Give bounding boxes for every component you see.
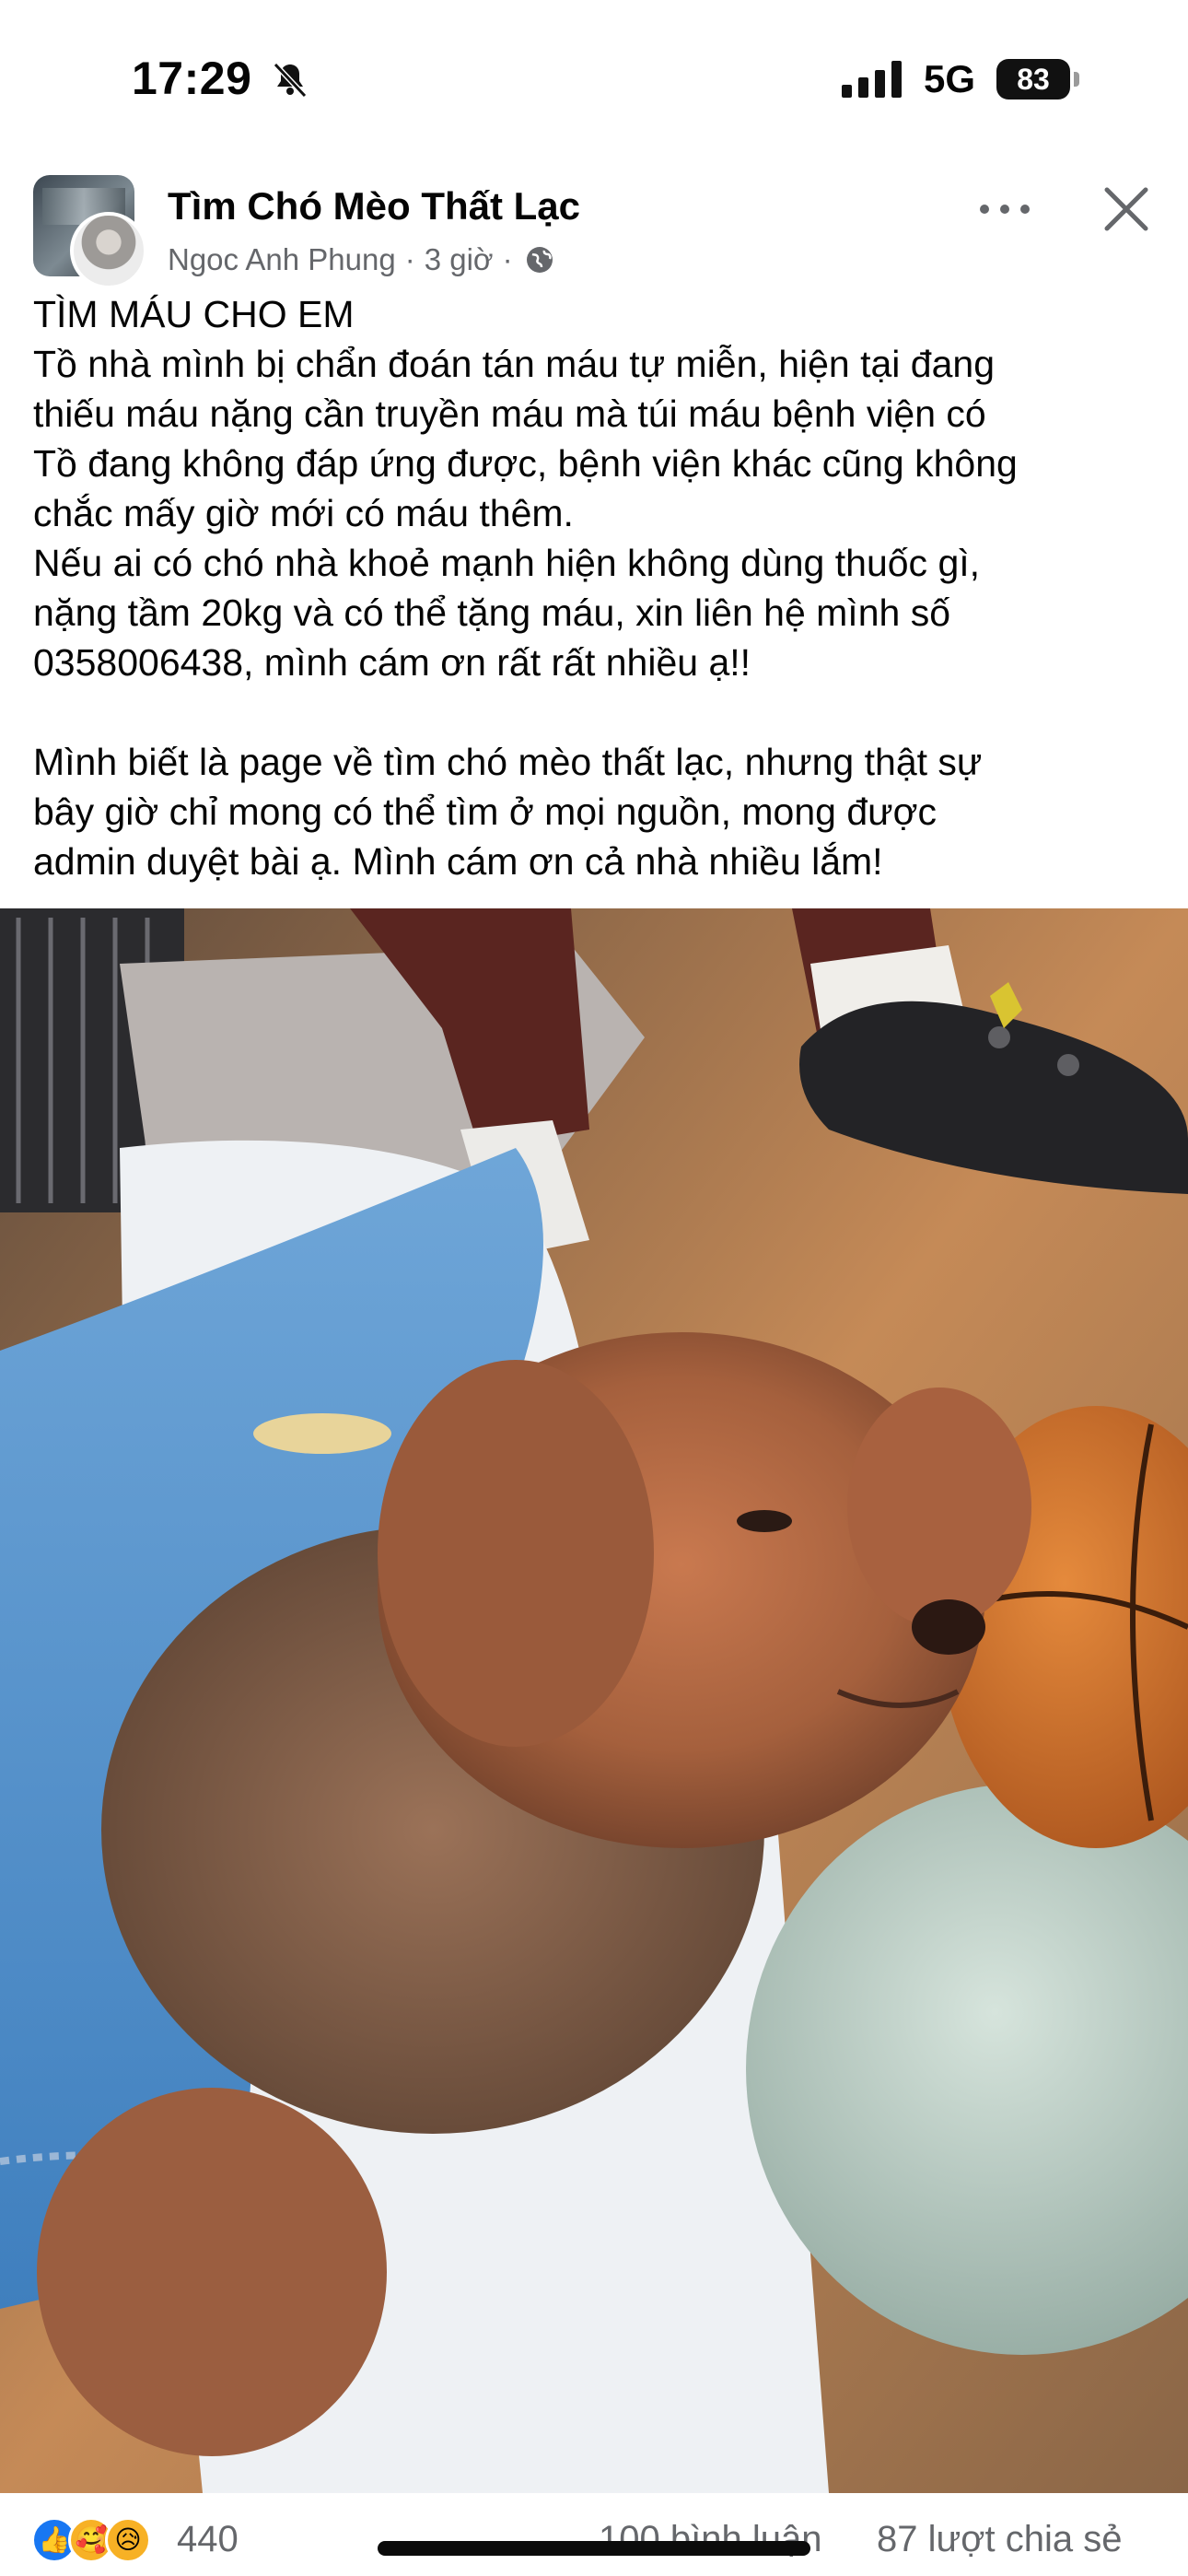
- post-text-line: 0358006438, mình cám ơn rất rất nhiều ạ!…: [33, 641, 751, 684]
- shares-count[interactable]: 87 lượt chia sẻ: [877, 2519, 1122, 2560]
- author-avatar[interactable]: [70, 212, 147, 289]
- post-text-line: Nếu ai có chó nhà khoẻ mạnh hiện không d…: [33, 542, 981, 584]
- post-text-line: [33, 687, 1166, 737]
- status-time: 17:29: [132, 53, 252, 104]
- close-icon[interactable]: [1101, 184, 1151, 234]
- more-dot-icon: [1000, 205, 1009, 214]
- meta-separator-2: ·: [502, 242, 513, 276]
- more-options-button[interactable]: [978, 186, 1033, 232]
- post-text-line: Tồ nhà mình bị chẩn đoán tán máu tự miễn…: [33, 343, 995, 385]
- post-text-line: admin duyệt bài ạ. Mình cám ơn cả nhà nh…: [33, 840, 883, 883]
- more-dot-icon: [1020, 205, 1030, 214]
- group-name[interactable]: Tìm Chó Mèo Thất Lạc: [168, 184, 580, 228]
- facebook-post-screen: 17:29 5G 83 Tìm Chó Mèo Thất Lạc Ngoc An…: [0, 0, 1188, 2576]
- post-body: TÌM MÁU CHO EM Tồ nhà mình bị chẩn đoán …: [33, 289, 1166, 886]
- cellular-signal-icon: [842, 61, 902, 98]
- post-text-line: bây giờ chỉ mong có thể tìm ở mọi nguồn,…: [33, 790, 937, 833]
- post-text-line: thiếu máu nặng cần truyền máu mà túi máu…: [33, 392, 986, 435]
- sad-reaction-icon: 😥: [105, 2517, 151, 2563]
- home-indicator[interactable]: [378, 2541, 810, 2556]
- battery-icon: 83: [996, 59, 1081, 100]
- post-text-line: nặng tầm 20kg và có thể tặng máu, xin li…: [33, 591, 950, 634]
- post-text-line: TÌM MÁU CHO EM: [33, 293, 355, 335]
- post-text-line: Mình biết là page về tìm chó mèo thất lạ…: [33, 741, 983, 783]
- battery-level: 83: [996, 59, 1070, 100]
- more-dot-icon: [980, 205, 989, 214]
- reaction-icons[interactable]: 👍 🥰 😥: [31, 2517, 169, 2567]
- battery-tip: [1074, 72, 1079, 87]
- post-meta: Ngoc Anh Phung · 3 giờ ·: [168, 242, 555, 277]
- post-time[interactable]: 3 giờ: [425, 242, 494, 277]
- author-name[interactable]: Ngoc Anh Phung: [168, 242, 396, 277]
- bell-slash-icon: [273, 62, 308, 99]
- network-type: 5G: [924, 57, 976, 100]
- meta-separator: ·: [404, 242, 415, 276]
- post-text-line: chắc mấy giờ mới có máu thêm.: [33, 492, 574, 534]
- reaction-count[interactable]: 440: [177, 2519, 239, 2560]
- globe-icon: [526, 247, 553, 273]
- status-bar: 17:29 5G 83: [0, 0, 1188, 157]
- post-photo[interactable]: [0, 908, 1188, 2493]
- engagement-bar: 👍 🥰 😥 440 100 bình luận 87 lượt chia sẻ: [0, 2499, 1188, 2576]
- post-header: Tìm Chó Mèo Thất Lạc Ngoc Anh Phung · 3 …: [0, 166, 1188, 295]
- post-text-line: Tồ đang không đáp ứng được, bệnh viện kh…: [33, 442, 1018, 485]
